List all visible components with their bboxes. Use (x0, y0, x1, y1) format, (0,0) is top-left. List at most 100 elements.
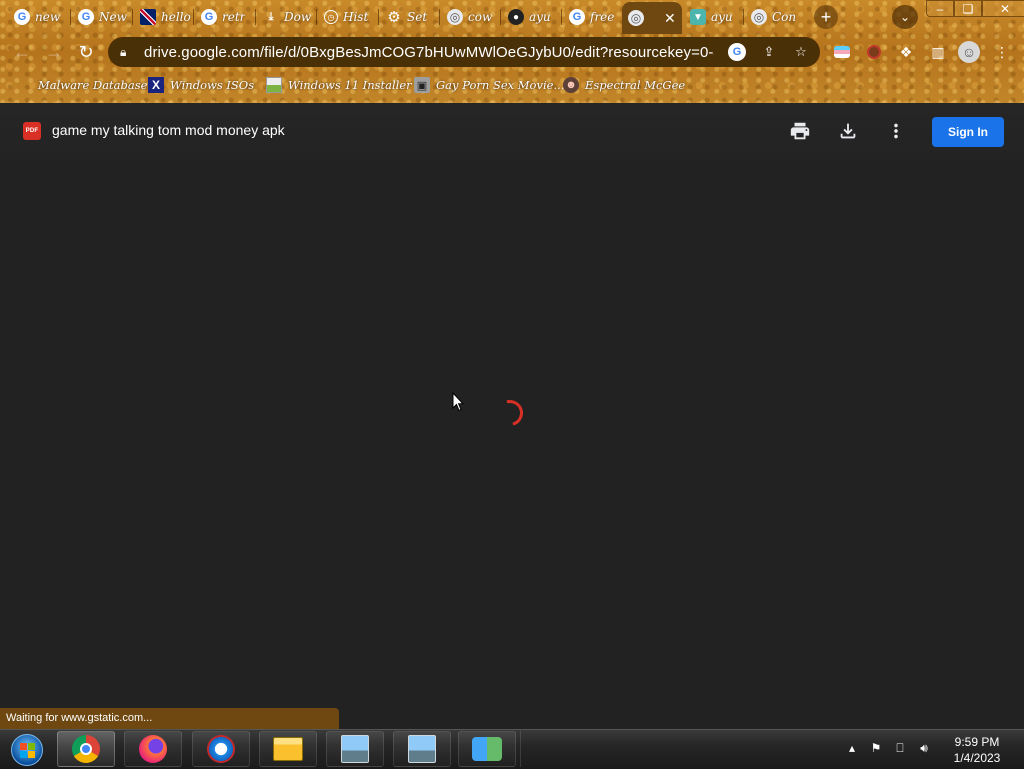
menu-kebab-icon[interactable]: ⋮ (992, 42, 1012, 62)
taskbar-chrome[interactable] (57, 731, 115, 767)
taskbar-network-setup-1[interactable] (326, 731, 384, 767)
tab-close-icon[interactable]: ✕ (664, 10, 676, 27)
tab-downloads[interactable]: ⤓ Dow (257, 4, 315, 30)
tab-title: Hist (343, 10, 369, 24)
reload-button[interactable]: ↻ (74, 40, 98, 64)
avatar-icon: ☻ (563, 77, 579, 93)
lock-icon: 🔒︎ (120, 44, 127, 59)
show-hidden-icons-button[interactable]: ▴ (844, 740, 860, 756)
restore-button[interactable]: ❏ (954, 0, 982, 17)
google-icon: G (78, 9, 94, 25)
tab-separator (70, 9, 71, 25)
taskbar-firefox[interactable] (124, 731, 182, 767)
google-lens-icon[interactable]: G (728, 43, 746, 61)
tab-hello[interactable]: hello (134, 4, 192, 30)
shield-icon: ▼ (690, 9, 706, 25)
tab-search-button[interactable]: ⌄ (892, 5, 918, 29)
uk-flag-icon (140, 9, 156, 25)
tab-title: cow (468, 10, 493, 24)
viewer-header: PDF game my talking tom mod money apk Si… (0, 103, 1024, 160)
window-controls: – ❏ ✕ (926, 0, 1024, 18)
firefox-icon (139, 735, 167, 763)
x-logo-icon: X (148, 77, 164, 93)
taskbar-network-setup-2[interactable] (393, 731, 451, 767)
minimize-button[interactable]: – (926, 0, 954, 17)
print-button[interactable] (788, 119, 812, 143)
tab-title: hello (161, 10, 191, 24)
tab-new-2[interactable]: G New (72, 4, 132, 30)
action-center-flag-icon[interactable]: ⚑ (868, 740, 884, 756)
browser-chrome: G new G New hello G retr ⤓ Dow ◷ Hist ⚙ … (0, 0, 1024, 103)
clock-date: 1/4/2023 (953, 751, 1001, 765)
tab-history[interactable]: ◷ Hist (318, 4, 378, 30)
taskbar-file-explorer[interactable] (259, 731, 317, 767)
tab-settings[interactable]: ⚙ Set (380, 4, 438, 30)
bookmarks-bar: Malware Database X Windows ISOs Windows … (0, 70, 1024, 100)
taskbar-opera[interactable] (192, 731, 250, 767)
image-icon (266, 77, 282, 93)
bookmark-label: Malware Database (38, 78, 148, 92)
bookmark-label: Espectral McGee (585, 78, 686, 92)
bookmark-label: Gay Porn Sex Movie... (436, 78, 565, 92)
taskbar-users[interactable] (458, 731, 516, 767)
gear-icon: ⚙ (387, 9, 401, 26)
tab-title: free (590, 10, 615, 24)
close-window-button[interactable]: ✕ (982, 0, 1024, 17)
back-button[interactable]: ← (10, 40, 34, 64)
tab-cow[interactable]: ◎ cow (441, 4, 499, 30)
bookmark-espectral-mcgee[interactable]: ☻ Espectral McGee (563, 76, 685, 94)
side-panel-icon[interactable]: ▥ (928, 42, 948, 62)
flag-extension-icon[interactable] (832, 42, 852, 62)
tab-title: new (35, 10, 61, 24)
download-icon (840, 123, 856, 139)
globe-icon: ◎ (447, 9, 463, 25)
mouse-cursor-icon (452, 392, 464, 412)
globe-icon: ◎ (751, 9, 767, 25)
tab-con[interactable]: ◎ Con (745, 4, 805, 30)
volume-icon[interactable]: 🔊︎ (916, 740, 932, 756)
tab-separator (316, 9, 317, 25)
taskbar-empty-area (520, 731, 841, 767)
bookmark-site[interactable]: ▣ Gay Porn Sex Movie... (414, 76, 564, 94)
status-bubble: Waiting for www.gstatic.com... (0, 708, 339, 729)
start-button[interactable] (4, 732, 50, 768)
tab-github[interactable]: ● ayu (502, 4, 560, 30)
tab-free[interactable]: G free (563, 4, 621, 30)
new-tab-button[interactable]: + (814, 5, 838, 29)
drive-viewer-page: PDF game my talking tom mod money apk Si… (0, 103, 1024, 729)
tab-active-drive[interactable]: ◎ ✕ (622, 2, 682, 34)
arrow-right-icon: → (45, 41, 63, 62)
more-options-button[interactable] (884, 119, 908, 143)
pdf-file-icon: PDF (23, 122, 41, 140)
bookmark-label: Windows 11 Installer (288, 78, 412, 92)
opera-icon (207, 735, 235, 763)
system-clock[interactable]: 9:59 PM 1/4/2023 (944, 734, 1010, 766)
forward-button[interactable]: → (42, 40, 66, 64)
address-bar[interactable]: 🔒︎ drive.google.com/file/d/0BxgBesJmCOG7… (108, 37, 820, 67)
download-icon: ⤓ (268, 10, 274, 23)
reload-icon: ↻ (78, 41, 94, 62)
globe-icon: ◎ (628, 10, 644, 26)
tab-strip: G new G New hello G retr ⤓ Dow ◷ Hist ⚙ … (0, 0, 1024, 34)
taskbar: ▴ ⚑ ⎕ 🔊︎ 9:59 PM 1/4/2023 (0, 729, 1024, 769)
tab-separator (743, 9, 744, 25)
clock-time: 9:59 PM (954, 735, 1000, 749)
google-icon: G (14, 9, 30, 25)
tab-title: retr (222, 10, 246, 24)
extensions-puzzle-icon[interactable]: ❖ (896, 42, 916, 62)
profile-avatar-icon[interactable]: ☺ (958, 41, 980, 63)
download-button[interactable] (836, 119, 860, 143)
tab-new[interactable]: G new (8, 4, 70, 30)
bookmark-malware-database[interactable]: Malware Database (16, 76, 147, 94)
bookmark-windows-isos[interactable]: X Windows ISOs (148, 76, 254, 94)
network-icon[interactable]: ⎕ (892, 740, 908, 756)
share-icon[interactable]: ⇪ (760, 43, 778, 61)
url-text[interactable]: drive.google.com/file/d/0BxgBesJmCOG7bHU… (144, 44, 714, 61)
tab-ayu[interactable]: ▼ ayu (684, 4, 742, 30)
avatar-extension-icon[interactable] (864, 42, 884, 62)
tab-separator (439, 9, 440, 25)
tab-retr[interactable]: G retr (195, 4, 255, 30)
bookmark-windows-11-installer[interactable]: Windows 11 Installer (266, 76, 412, 94)
sign-in-button[interactable]: Sign In (932, 117, 1004, 147)
bookmark-star-icon[interactable]: ☆ (792, 43, 810, 61)
